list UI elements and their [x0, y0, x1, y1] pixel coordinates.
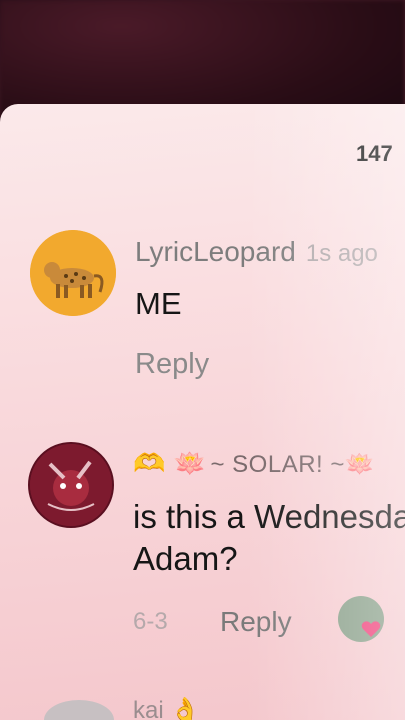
comment-username[interactable]: kai 👌	[133, 696, 200, 720]
reply-button[interactable]: Reply	[135, 348, 209, 381]
reply-button[interactable]: Reply	[220, 606, 292, 638]
heart-icon	[361, 621, 381, 637]
comment-text: ME	[135, 286, 182, 321]
avatar-kai[interactable]	[44, 700, 114, 720]
avatar-lyricleopard[interactable]	[30, 230, 116, 316]
comment-date: 6-3	[133, 608, 168, 635]
avatar-solar[interactable]	[28, 442, 114, 528]
comment-username[interactable]: LyricLeopard 1s ago	[135, 236, 378, 268]
comments-sheet: 147 LyricLeopard 1s ago ME Reply 🫶 🪷 ~ S…	[0, 104, 405, 720]
comment-username[interactable]: 🫶 🪷 ~ SOLAR! ~🪷	[133, 448, 375, 479]
profile-image-icon	[30, 444, 112, 526]
username-text: ~ SOLAR! ~🪷	[210, 451, 376, 478]
leopard-icon	[30, 230, 116, 316]
comment-text: is this a Wednesday Adam?	[133, 498, 405, 577]
username-text: LyricLeopard	[135, 236, 296, 267]
comment-count: 147	[356, 141, 393, 166]
comment-time: 1s ago	[305, 240, 378, 267]
username-emojis: 🫶 🪷	[133, 448, 207, 478]
